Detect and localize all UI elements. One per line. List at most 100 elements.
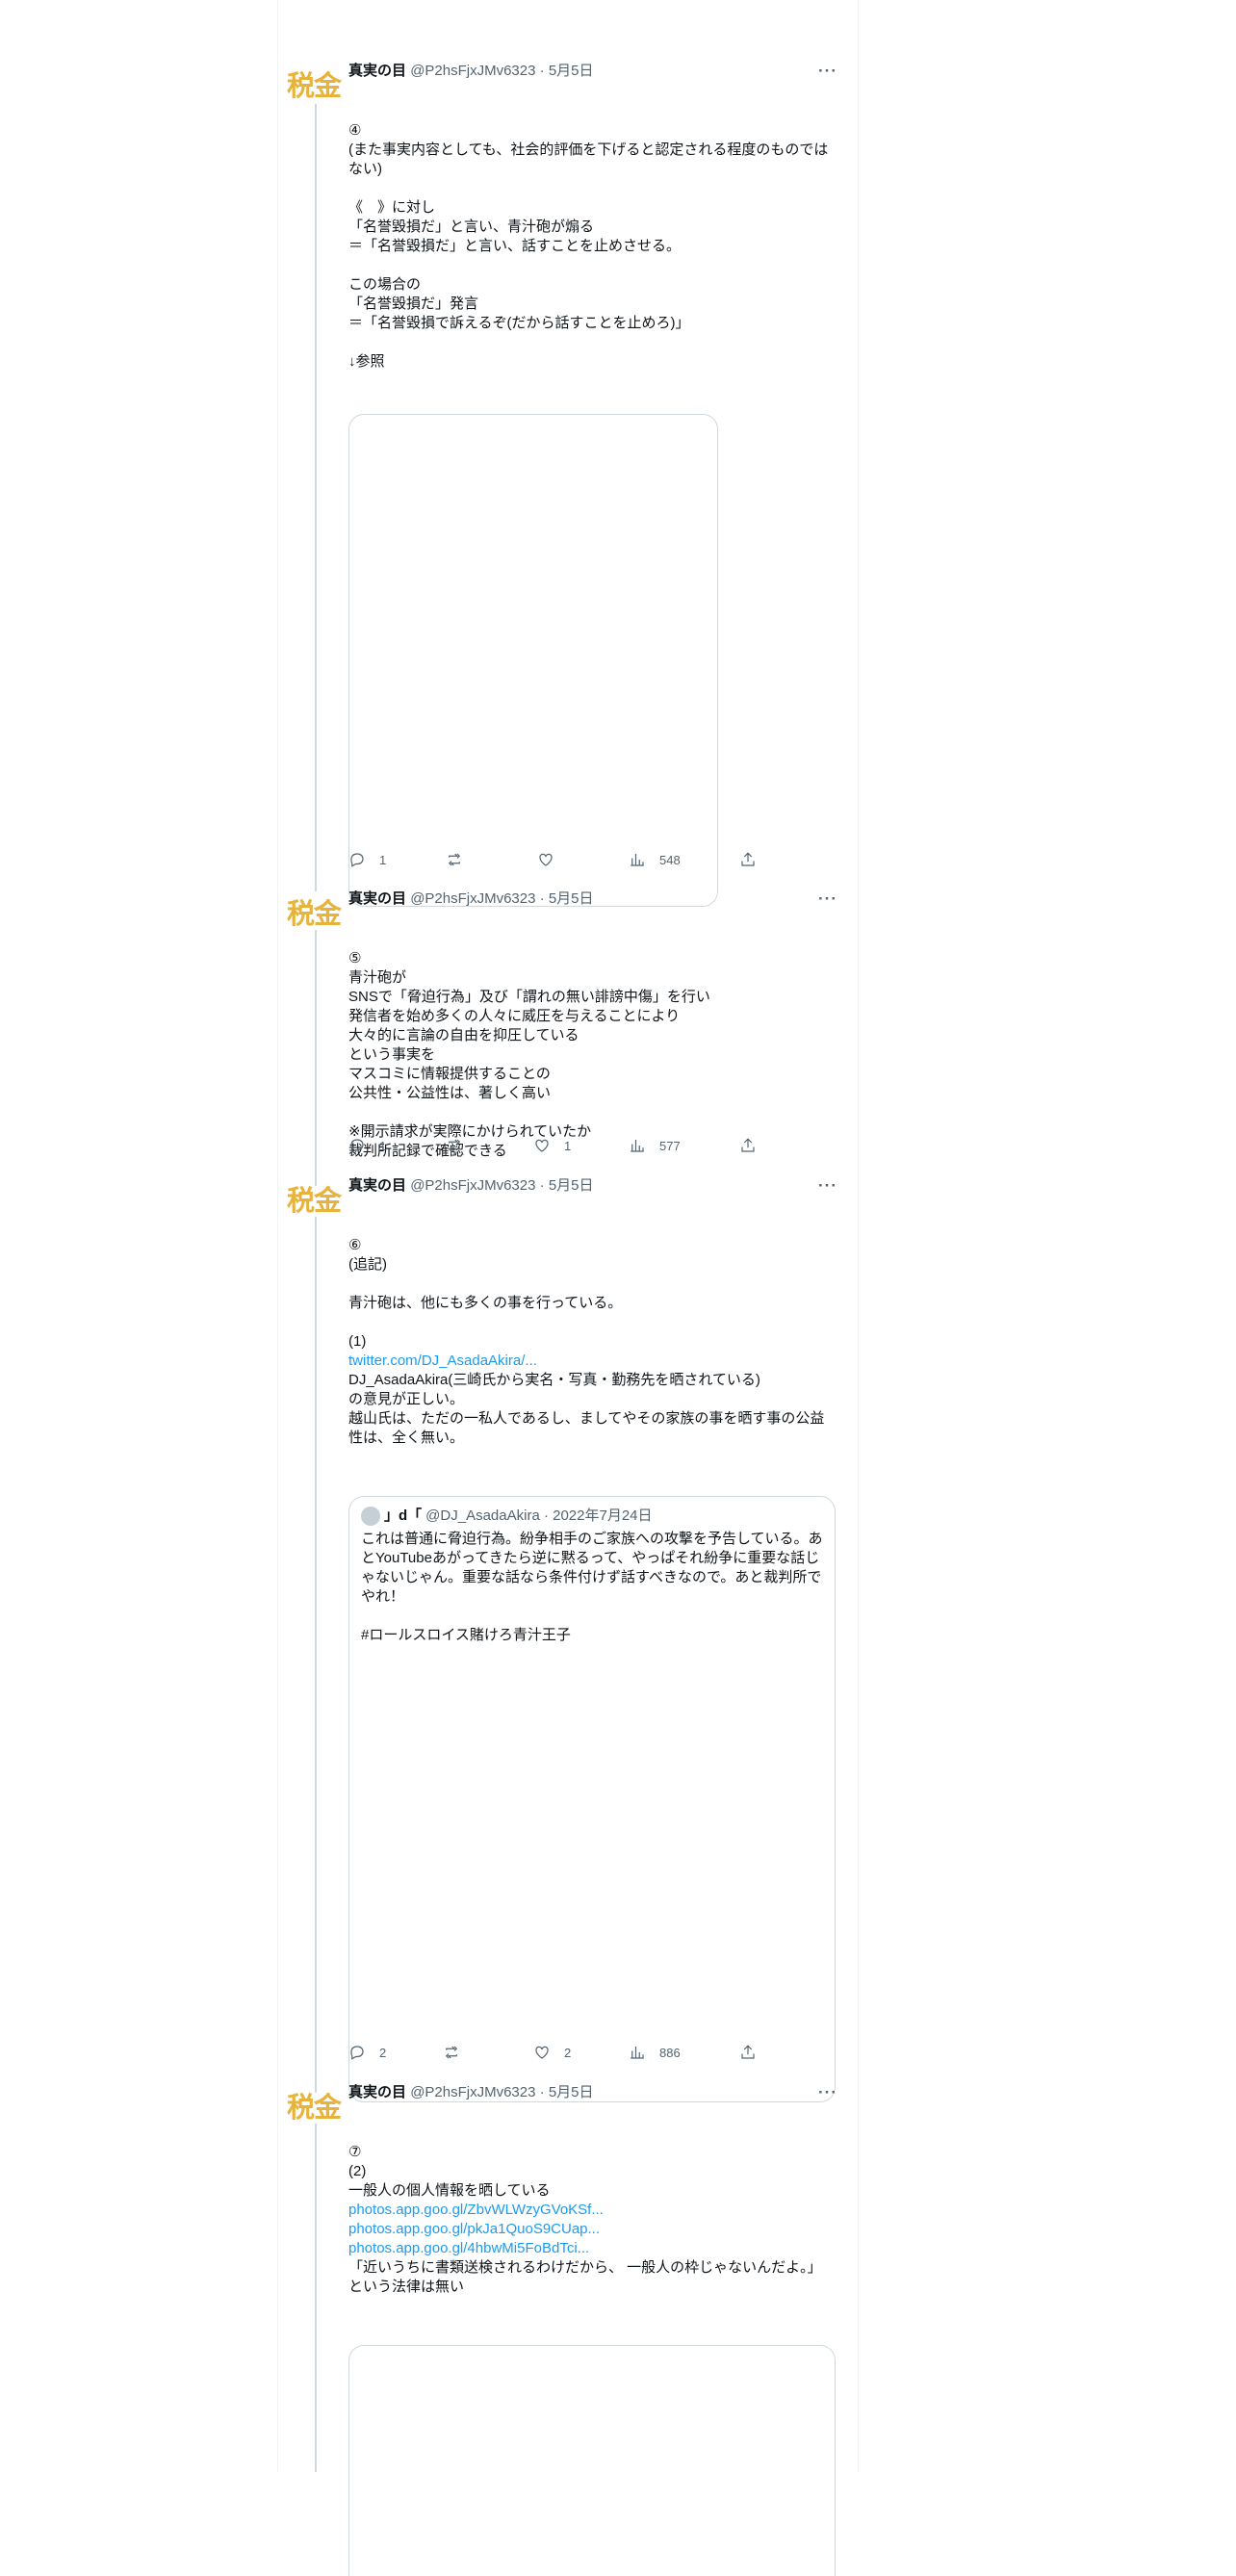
heart-icon xyxy=(535,2046,549,2059)
text-line: 「近いうちに書類送検されるわけだから、 一般人の枠じゃないんだよ。」 xyxy=(348,2259,822,2276)
tweet: 真実の目 @P2hsFjxJMv6323 · 5月5日 ··· ⑥ (追記) 青汁砲… xyxy=(348,1174,837,2102)
text-line xyxy=(348,1103,836,1122)
views-count: 886 xyxy=(659,2045,681,2060)
text-line: マスコミに情報提供することの xyxy=(348,1066,551,1082)
text-line: (追記) xyxy=(348,1256,387,1273)
media-embed[interactable] xyxy=(348,2345,836,2576)
retweet-icon xyxy=(445,2046,458,2059)
author-handle[interactable]: @P2hsFjxJMv6323 xyxy=(410,2084,535,2100)
text-line: という法律は無い xyxy=(348,2279,465,2295)
tweet-actions: 1 548 xyxy=(348,848,762,871)
like-button[interactable] xyxy=(537,848,568,871)
thread-line xyxy=(315,104,317,891)
reply-icon xyxy=(350,853,364,867)
reply-button[interactable]: 1 xyxy=(348,1134,386,1157)
text-line: 公共性・公益性は、著しく高い xyxy=(348,1085,552,1101)
thread-line xyxy=(315,2124,317,2472)
text-line: ＝「名誉毀損で訴えるぞ(だから話すことを止めろ)」 xyxy=(348,315,690,331)
text-line: SNSで「脅迫行為」及び「謂れの無い誹謗中傷」を行い xyxy=(348,989,710,1005)
tweet-date[interactable]: 5月5日 xyxy=(549,890,594,907)
text-line: 「名誉毀損だ」と言い、青汁砲が煽る xyxy=(348,219,595,235)
views-count: 577 xyxy=(659,1138,681,1153)
share-icon xyxy=(741,852,755,866)
reply-button[interactable]: 1 xyxy=(348,848,386,871)
avatar[interactable]: 税金 xyxy=(287,1185,342,1216)
quoted-tweet-text: これは普通に脅迫行為。紛争相手のご家族への攻撃を予告している。あとYouTube… xyxy=(361,1531,823,1643)
author-name[interactable]: 真実の目 xyxy=(348,2084,406,2100)
author-handle[interactable]: @P2hsFjxJMv6323 xyxy=(410,63,535,79)
text-line: ⑥ xyxy=(348,1237,362,1253)
views-chart-icon xyxy=(631,1140,644,1152)
tweet: 真実の目 @P2hsFjxJMv6323 · 5月5日 ··· ⑦ (2) 一般人の… xyxy=(348,2081,837,2576)
retweet-button[interactable] xyxy=(446,1134,476,1157)
more-options-icon[interactable]: ··· xyxy=(818,60,837,83)
text-line: この場合の xyxy=(348,276,422,293)
avatar[interactable]: 税金 xyxy=(287,70,342,101)
author-name[interactable]: 真実の目 xyxy=(348,63,406,79)
text-line: (1) xyxy=(348,1333,367,1350)
thread-line xyxy=(315,930,317,1186)
quoted-avatar xyxy=(361,1507,380,1526)
quoted-author-name: 」d「 xyxy=(384,1507,423,1524)
author-handle[interactable]: @P2hsFjxJMv6323 xyxy=(410,1177,535,1194)
text-line: 大々的に言論の自由を抑圧している xyxy=(348,1027,579,1043)
text-line xyxy=(348,333,836,352)
reply-count: 1 xyxy=(379,852,387,867)
views-button[interactable]: 577 xyxy=(629,1134,681,1157)
tweet-header: 真実の目 @P2hsFjxJMv6323 · 5月5日 ··· xyxy=(348,888,837,911)
retweet-button[interactable] xyxy=(446,848,476,871)
like-button[interactable]: 2 xyxy=(533,2041,571,2064)
share-icon xyxy=(741,1138,755,1152)
tweet-date[interactable]: 5月5日 xyxy=(549,63,594,79)
author-name[interactable]: 真実の目 xyxy=(348,1177,406,1194)
share-button[interactable] xyxy=(739,2041,757,2064)
like-count: 1 xyxy=(564,1138,572,1153)
tweet-header: 真実の目 @P2hsFjxJMv6323 · 5月5日 ··· xyxy=(348,1174,837,1198)
views-chart-icon xyxy=(631,854,644,866)
text-line: 青汁砲が xyxy=(348,969,407,986)
text-line: の意見が正しい。 xyxy=(348,1391,465,1407)
text-line: 一般人の個人情報を晒している xyxy=(348,2182,551,2199)
author-name[interactable]: 真実の目 xyxy=(348,890,406,907)
text-line: 「名誉毀損だ」発言 xyxy=(348,296,479,312)
text-line: 青汁砲は、他にも多くの事を行っている。 xyxy=(348,1295,623,1311)
text-line: ＝「名誉毀損だ」と言い、話すことを止めさせる。 xyxy=(348,238,682,254)
tweet-link[interactable]: twitter.com/DJ_AsadaAkira/... xyxy=(348,1352,537,1369)
like-button[interactable]: 1 xyxy=(533,1134,571,1157)
author-handle[interactable]: @P2hsFjxJMv6323 xyxy=(410,890,535,907)
photo-link[interactable]: photos.app.goo.gl/4hbwMi5FoBdTci... xyxy=(348,2240,589,2256)
views-button[interactable]: 886 xyxy=(629,2041,681,2064)
avatar[interactable]: 税金 xyxy=(287,2092,342,2123)
text-line xyxy=(348,1313,836,1332)
tweet-date[interactable]: 5月5日 xyxy=(549,2084,594,2100)
share-icon xyxy=(741,2045,755,2059)
like-count: 2 xyxy=(564,2045,572,2060)
reply-count: 1 xyxy=(379,1138,387,1153)
media-embed[interactable] xyxy=(348,414,718,907)
tweet: 真実の目 @P2hsFjxJMv6323 · 5月5日 ··· ④ (また事実内容… xyxy=(348,60,837,907)
share-button[interactable] xyxy=(739,848,757,871)
text-line: ④ xyxy=(348,122,362,139)
more-options-icon[interactable]: ··· xyxy=(818,888,837,911)
share-button[interactable] xyxy=(739,1134,757,1157)
views-chart-icon xyxy=(631,2047,644,2059)
reply-button[interactable]: 2 xyxy=(348,2041,386,2064)
avatar[interactable]: 税金 xyxy=(287,898,342,929)
more-options-icon[interactable]: ··· xyxy=(818,2081,837,2104)
text-line: (また事実内容としても、社会的評価を下げると認定される程度のものではない) xyxy=(348,142,829,177)
more-options-icon[interactable]: ··· xyxy=(818,1174,837,1198)
photo-link[interactable]: photos.app.goo.gl/pkJa1QuoS9CUap... xyxy=(348,2221,600,2237)
retweet-icon xyxy=(448,1139,461,1152)
text-line: という事実を xyxy=(348,1046,436,1063)
thread-line xyxy=(315,1217,317,2093)
reply-icon xyxy=(350,1139,364,1153)
tweet-date[interactable]: 5月5日 xyxy=(549,1177,594,1194)
retweet-button[interactable] xyxy=(443,2041,474,2064)
views-button[interactable]: 548 xyxy=(629,848,681,871)
quoted-author-handle: @DJ_AsadaAkira xyxy=(425,1507,540,1524)
quoted-tweet[interactable]: 」d「 @DJ_AsadaAkira · 2022年7月24日 これは普通に脅迫… xyxy=(348,1496,836,2102)
text-line: DJ_AsadaAkira(三崎氏から実名・写真・勤務先を晒されている) xyxy=(348,1372,760,1388)
text-line: 《 》に対し xyxy=(348,199,436,216)
photo-link[interactable]: photos.app.goo.gl/ZbvWLWzyGVoKSf... xyxy=(348,2202,604,2218)
reply-icon xyxy=(350,2046,364,2060)
